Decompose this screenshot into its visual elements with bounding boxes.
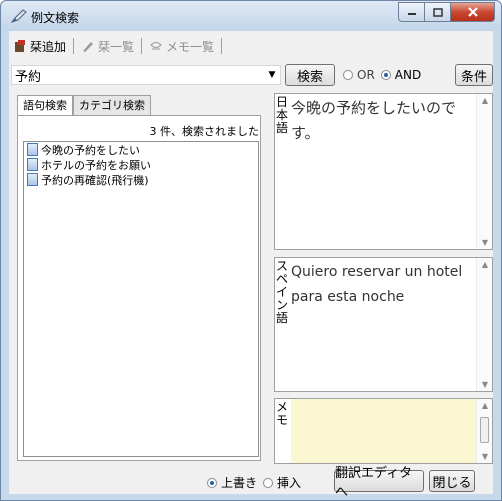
- memo-list-button[interactable]: メモ一覧: [145, 36, 218, 56]
- spanish-pane[interactable]: スペイン語 Quiero reservar un hotel para esta…: [274, 257, 493, 392]
- tab-category-search[interactable]: カテゴリ検索: [73, 95, 151, 115]
- scroll-down-icon[interactable]: ▼: [477, 380, 493, 389]
- pen-icon: [10, 9, 27, 23]
- toolbar-divider: [141, 38, 143, 54]
- result-count: 3 件、検索されました: [149, 125, 260, 138]
- japanese-pane[interactable]: 日本語 今晩の予約をしたいのです。 ▲ ▼: [274, 93, 493, 250]
- or-radio[interactable]: [343, 70, 353, 80]
- add-bookmark-button[interactable]: 栞追加: [9, 36, 70, 56]
- insert-radio[interactable]: [263, 477, 274, 488]
- memo-list-icon: [149, 39, 163, 53]
- memo-pane-label: メモ: [276, 400, 289, 427]
- add-bookmark-label: 栞追加: [30, 39, 67, 54]
- toolbar-divider: [221, 38, 223, 54]
- document-icon: [27, 143, 38, 156]
- close-window-button[interactable]: [451, 2, 495, 22]
- conditions-button[interactable]: 条件: [455, 64, 493, 86]
- and-radio[interactable]: [380, 70, 391, 80]
- bookmark-list-label: 栞一覧: [98, 39, 135, 54]
- maximize-icon: [432, 7, 443, 17]
- scroll-up-icon[interactable]: ▲: [477, 96, 493, 105]
- scroll-up-icon[interactable]: ▲: [477, 260, 493, 269]
- japanese-scrollbar[interactable]: ▲ ▼: [476, 94, 492, 249]
- japanese-text[interactable]: 今晩の予約をしたいのです。: [291, 96, 475, 146]
- toolbar: 栞追加 栞一覧 メモ一覧: [9, 35, 225, 57]
- close-icon: [467, 7, 478, 17]
- translation-editor-button[interactable]: 翻訳エディタへ: [334, 466, 424, 500]
- client-area: 栞追加 栞一覧 メモ一覧 ▼ 検索: [9, 31, 493, 500]
- search-button[interactable]: 検索: [285, 64, 335, 86]
- maximize-button[interactable]: [425, 2, 451, 22]
- spanish-text[interactable]: Quiero reservar un hotel para esta noche: [291, 260, 475, 310]
- and-label: AND: [394, 68, 422, 82]
- result-list[interactable]: 今晩の予約をしたい ホテルの予約をお願い 予約の再確認(飛行機): [23, 141, 259, 457]
- or-label: OR: [357, 68, 375, 82]
- list-item-label: 予約の再確認(飛行機): [41, 173, 149, 187]
- bottom-bar: 上書き 挿入 翻訳エディタへ 閉じる: [9, 466, 493, 500]
- minimize-button[interactable]: [398, 2, 425, 22]
- window-title: 例文検索: [31, 11, 80, 25]
- tab-phrase-search[interactable]: 語句検索: [17, 95, 73, 116]
- spanish-scrollbar[interactable]: ▲ ▼: [476, 258, 492, 391]
- list-item[interactable]: 今晩の予約をしたい: [24, 142, 258, 157]
- search-combobox[interactable]: ▼: [11, 65, 281, 85]
- insert-label: 挿入: [277, 476, 302, 490]
- list-item[interactable]: 予約の再確認(飛行機): [24, 172, 258, 187]
- title-bar[interactable]: 例文検索: [1, 1, 501, 31]
- memo-scrollbar[interactable]: ▲ ▼: [476, 399, 492, 463]
- japanese-pane-label: 日本語: [276, 95, 289, 135]
- toolbar-divider: [73, 38, 75, 54]
- scroll-down-icon[interactable]: ▼: [477, 238, 493, 247]
- search-row: ▼ 検索 OR AND 条件: [11, 63, 493, 87]
- bookmark-list-icon: [81, 39, 95, 53]
- scroll-up-icon[interactable]: ▲: [477, 401, 493, 410]
- scroll-thumb[interactable]: [480, 417, 489, 443]
- chevron-down-icon[interactable]: ▼: [264, 66, 280, 84]
- list-item[interactable]: ホテルの予約をお願い: [24, 157, 258, 172]
- list-item-label: ホテルの予約をお願い: [41, 158, 151, 172]
- window-controls: [398, 2, 495, 22]
- memo-textarea[interactable]: [291, 399, 477, 463]
- insert-mode-radio-group: 上書き 挿入: [207, 474, 307, 491]
- search-tabs: 語句検索 カテゴリ検索: [17, 95, 151, 116]
- minimize-icon: [407, 13, 416, 15]
- scroll-down-icon[interactable]: ▼: [477, 452, 493, 461]
- spanish-pane-label: スペイン語: [276, 259, 289, 325]
- document-icon: [27, 158, 38, 171]
- overwrite-radio[interactable]: [207, 477, 217, 488]
- overwrite-label: 上書き: [221, 476, 258, 490]
- search-mode-radio-group: OR AND: [343, 68, 427, 82]
- example-search-window: 例文検索 栞追加 栞一覧 メモ一覧 予約 ▼ 検索 OR AND 条件 語句検索…: [0, 0, 502, 501]
- memo-pane[interactable]: メモ ▲ ▼: [274, 398, 493, 464]
- close-button[interactable]: 閉じる: [429, 470, 475, 492]
- bookmark-add-icon: [13, 39, 27, 53]
- memo-list-label: メモ一覧: [166, 39, 215, 54]
- search-input[interactable]: [12, 66, 252, 84]
- list-item-label: 今晩の予約をしたい: [41, 143, 140, 157]
- bookmark-list-button[interactable]: 栞一覧: [77, 36, 138, 56]
- document-icon: [27, 173, 38, 186]
